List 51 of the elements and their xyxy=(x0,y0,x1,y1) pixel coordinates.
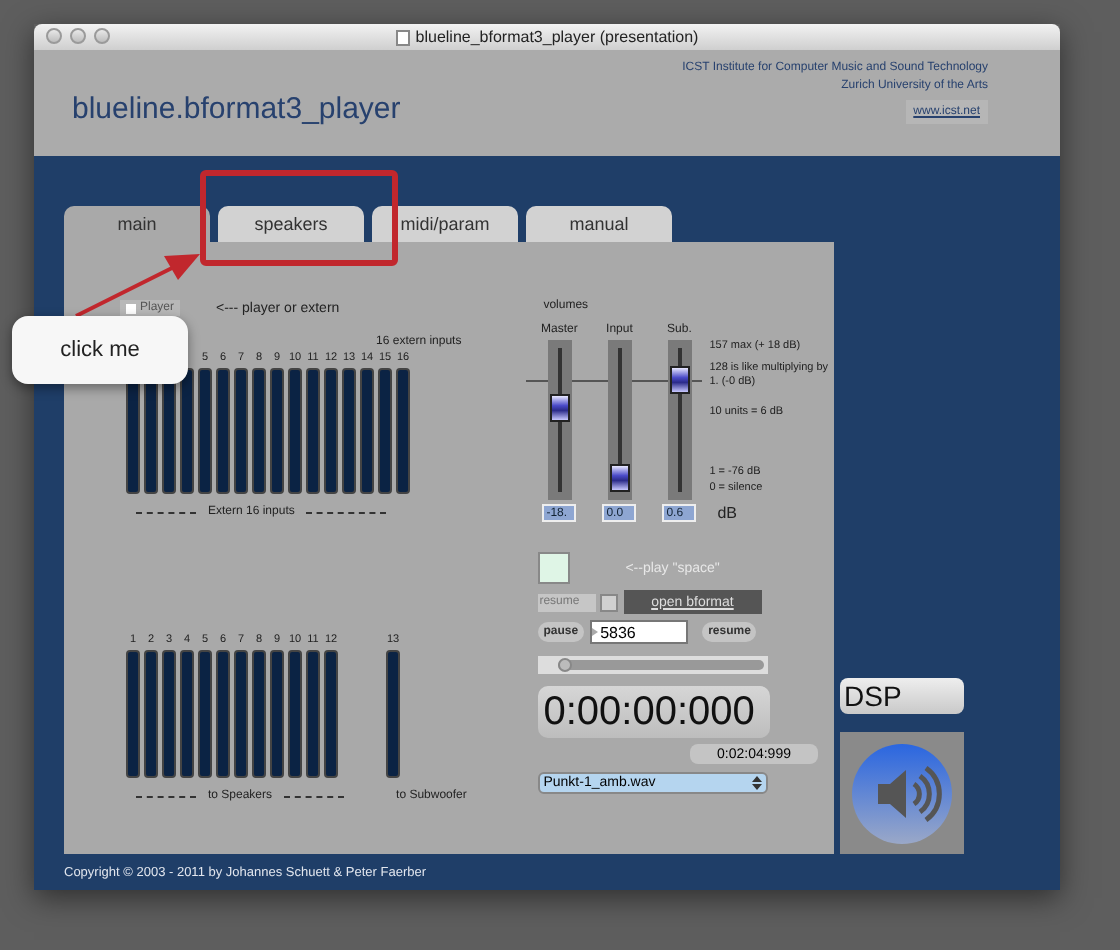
play-toggle[interactable] xyxy=(537,552,570,584)
speaker-meter xyxy=(126,650,140,778)
tab[interactable]: main xyxy=(64,206,210,242)
volume-slider[interactable] xyxy=(667,340,692,500)
input-meter xyxy=(270,368,284,494)
speaker-meter xyxy=(162,650,176,778)
dsp-button[interactable]: DSP xyxy=(840,678,964,714)
input-meter xyxy=(216,368,230,494)
slider-thumb[interactable] xyxy=(557,658,572,672)
speaker-meter xyxy=(144,650,158,778)
checkbox[interactable] xyxy=(599,593,618,611)
slider-thumb[interactable] xyxy=(669,365,690,394)
volume-slider[interactable] xyxy=(547,340,572,500)
playback-slider[interactable] xyxy=(537,656,768,674)
tab[interactable]: speakers xyxy=(218,206,364,242)
input-meter xyxy=(234,368,248,494)
input-meter xyxy=(324,368,338,494)
input-meter xyxy=(360,368,374,494)
position-field[interactable]: 5836 xyxy=(590,620,689,644)
input-meter xyxy=(396,368,410,494)
input-meter xyxy=(288,368,302,494)
tab[interactable]: midi/param xyxy=(372,206,518,242)
input-meter xyxy=(378,368,392,494)
tab[interactable]: manual xyxy=(526,206,672,242)
speaker-icon xyxy=(852,743,952,843)
speaker-meter xyxy=(180,650,194,778)
input-meter xyxy=(306,368,320,494)
speaker-meter xyxy=(324,650,338,778)
speaker-meter xyxy=(198,650,212,778)
input-meter xyxy=(180,368,194,494)
slider-thumb[interactable] xyxy=(609,464,630,493)
input-meter xyxy=(198,368,212,494)
speaker-meter xyxy=(270,650,284,778)
speaker-meter xyxy=(288,650,302,778)
dropdown-arrows-icon xyxy=(751,776,762,790)
document-icon xyxy=(395,29,410,45)
time-display: 0:00:00:000 xyxy=(537,686,770,738)
input-meter xyxy=(342,368,356,494)
input-meter xyxy=(252,368,266,494)
slider-thumb[interactable] xyxy=(549,393,570,422)
speaker-meter xyxy=(252,650,266,778)
volume-slider[interactable] xyxy=(607,340,632,500)
speaker-meter xyxy=(306,650,320,778)
speaker-meter xyxy=(234,650,248,778)
window-title: blueline_bformat3_player (presentation) xyxy=(415,28,699,46)
subwoofer-meter xyxy=(386,650,400,778)
app-title: blueline.bformat3_player xyxy=(72,91,401,125)
db-unit: dB xyxy=(717,504,738,522)
callout-label: click me xyxy=(12,316,188,384)
speaker-meter xyxy=(216,650,230,778)
audio-toggle[interactable] xyxy=(840,732,964,854)
